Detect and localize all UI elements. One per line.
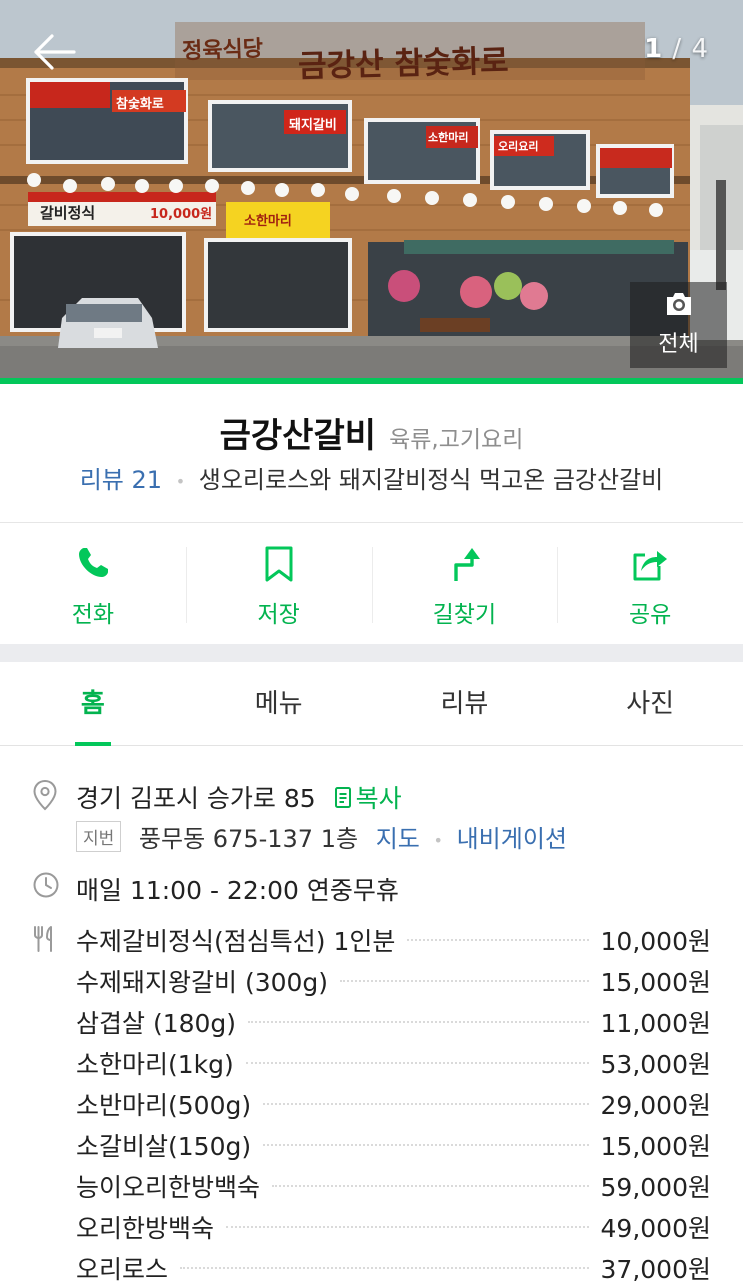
dot-separator: • <box>433 830 443 850</box>
business-hours: 매일 11:00 - 22:00 연중무휴 <box>76 876 399 905</box>
jibun-address: 풍무동 675-137 1층 <box>138 825 359 853</box>
share-button[interactable]: 공유 <box>557 523 743 643</box>
menu-item-price: 37,000원 <box>600 1254 711 1284</box>
hero-photo[interactable]: 정육식당 금강산 참숯화로 참숯화로 돼지갈비 소한마리 오리요리 갈비정식 1… <box>0 0 743 378</box>
sign-yellow: 소한마리 <box>244 214 292 229</box>
sign-main-big: 금강산 참숯화로 <box>297 43 509 85</box>
menu-item-price: 15,000원 <box>600 967 711 997</box>
photo-counter-current: 1 <box>644 34 664 64</box>
menu-item-name: 소반마리(500g) <box>76 1090 252 1120</box>
review-count-link[interactable]: 리뷰 21 <box>80 466 162 494</box>
menu-item-name: 오리한방백숙 <box>76 1213 215 1243</box>
copy-label: 복사 <box>355 784 402 813</box>
address-row: 경기 김포시 승가로 85 복사 <box>76 779 402 815</box>
dotted-leader <box>226 1225 589 1228</box>
dotted-leader <box>407 938 589 941</box>
jibun-tag: 지번 <box>76 821 122 852</box>
road-address: 경기 김포시 승가로 85 <box>76 784 316 813</box>
dotted-leader <box>180 1266 589 1269</box>
sign-galbi: 돼지갈비 <box>289 118 337 133</box>
action-bar: 전화 저장 길찾기 공유 <box>0 523 743 643</box>
tab-bar: 홈 메뉴 리뷰 사진 <box>0 662 743 746</box>
dotted-leader <box>263 1143 589 1146</box>
location-pin-icon <box>33 779 57 811</box>
menu-item-price: 49,000원 <box>600 1213 711 1243</box>
photo-counter: 1 / 4 <box>644 34 709 64</box>
menu-item-name: 소한마리(1kg) <box>76 1049 234 1079</box>
sign-duck: 오리요리 <box>498 140 539 153</box>
clock-icon <box>33 872 59 898</box>
sign-left-top: 참숯화로 <box>116 97 164 112</box>
menu-item-price: 59,000원 <box>600 1172 711 1202</box>
dotted-leader <box>263 1102 589 1105</box>
section-spacer <box>0 644 743 662</box>
menu-item-price: 53,000원 <box>600 1049 711 1079</box>
call-button[interactable]: 전화 <box>0 523 186 643</box>
menu-item-name: 수제갈비정식(점심특선) 1인분 <box>76 926 396 956</box>
view-all-photos-button[interactable]: 전체 <box>630 282 727 368</box>
tab-menu[interactable]: 메뉴 <box>186 662 372 745</box>
fork-knife-icon <box>34 926 52 952</box>
menu-item-price: 10,000원 <box>600 926 711 956</box>
menu-item-name: 능이오리한방백숙 <box>76 1172 261 1202</box>
menu-list: 수제갈비정식(점심특선) 1인분 10,000원 수제돼지왕갈비 (300g) 15… <box>76 919 711 1287</box>
menu-item-price: 11,000원 <box>600 1008 711 1038</box>
menu-item[interactable]: 소갈비살(150g) 15,000원 <box>76 1124 711 1165</box>
menu-item[interactable]: 수제갈비정식(점심특선) 1인분 10,000원 <box>76 919 711 960</box>
copy-address-button[interactable]: 복사 <box>334 784 402 813</box>
map-link[interactable]: 지도 <box>376 825 420 853</box>
menu-item-price: 29,000원 <box>600 1090 711 1120</box>
share-label: 공유 <box>628 602 672 628</box>
back-button[interactable] <box>30 28 78 76</box>
tab-photos[interactable]: 사진 <box>557 662 743 745</box>
copy-icon <box>334 787 351 808</box>
directions-label: 길찾기 <box>432 602 497 628</box>
menu-item[interactable]: 능이오리한방백숙 59,000원 <box>76 1165 711 1206</box>
view-all-label: 전체 <box>658 332 699 357</box>
tab-home[interactable]: 홈 <box>0 662 186 746</box>
menu-item-price: 15,000원 <box>600 1131 711 1161</box>
dot-separator: • <box>175 471 186 491</box>
share-icon <box>633 551 668 581</box>
dotted-leader <box>245 1061 589 1064</box>
dotted-leader <box>248 1020 589 1023</box>
navigation-link[interactable]: 내비게이션 <box>457 825 567 853</box>
menu-item[interactable]: 소반마리(500g) 29,000원 <box>76 1083 711 1124</box>
place-header: 금강산갈비 육류,고기요리 리뷰 21 • 생오리로스와 돼지갈비정식 먹고온 … <box>0 384 743 522</box>
directions-icon <box>454 548 481 581</box>
bookmark-icon <box>265 546 293 582</box>
menu-item-name: 수제돼지왕갈비 (300g) <box>76 967 329 997</box>
sign-set: 갈비정식 <box>40 204 96 222</box>
dotted-leader <box>340 979 589 982</box>
sign-hanbang: 소한마리 <box>428 131 469 144</box>
phone-icon <box>78 548 108 577</box>
directions-button[interactable]: 길찾기 <box>371 523 558 643</box>
photo-counter-total: 4 <box>691 34 709 64</box>
menu-item-name: 삼겹살 (180g) <box>76 1008 237 1038</box>
menu-item[interactable]: 오리로스 37,000원 <box>76 1247 711 1287</box>
sign-set-price: 10,000원 <box>150 207 213 222</box>
menu-item[interactable]: 소한마리(1kg) 53,000원 <box>76 1042 711 1083</box>
dotted-leader <box>272 1184 589 1187</box>
back-arrow-icon <box>34 34 76 70</box>
call-label: 전화 <box>71 602 115 628</box>
photo-counter-separator: / <box>672 34 683 64</box>
menu-item[interactable]: 삼겹살 (180g) 11,000원 <box>76 1001 711 1042</box>
place-category: 육류,고기요리 <box>389 427 524 453</box>
menu-item[interactable]: 수제돼지왕갈비 (300g) 15,000원 <box>76 960 711 1001</box>
camera-icon <box>667 293 691 315</box>
menu-item-name: 소갈비살(150g) <box>76 1131 252 1161</box>
save-label: 저장 <box>257 602 300 628</box>
menu-item[interactable]: 오리한방백숙 49,000원 <box>76 1206 711 1247</box>
save-button[interactable]: 저장 <box>185 523 372 643</box>
tab-reviews[interactable]: 리뷰 <box>372 662 558 745</box>
menu-item-name: 오리로스 <box>76 1254 169 1284</box>
jibun-row: 지번 풍무동 675-137 1층 지도 • 내비게이션 <box>76 819 567 854</box>
place-name: 금강산갈비 <box>219 416 377 456</box>
featured-review-title[interactable]: 생오리로스와 돼지갈비정식 먹고온 금강산갈비 <box>199 466 664 494</box>
sign-main-small: 정육식당 <box>181 35 264 65</box>
